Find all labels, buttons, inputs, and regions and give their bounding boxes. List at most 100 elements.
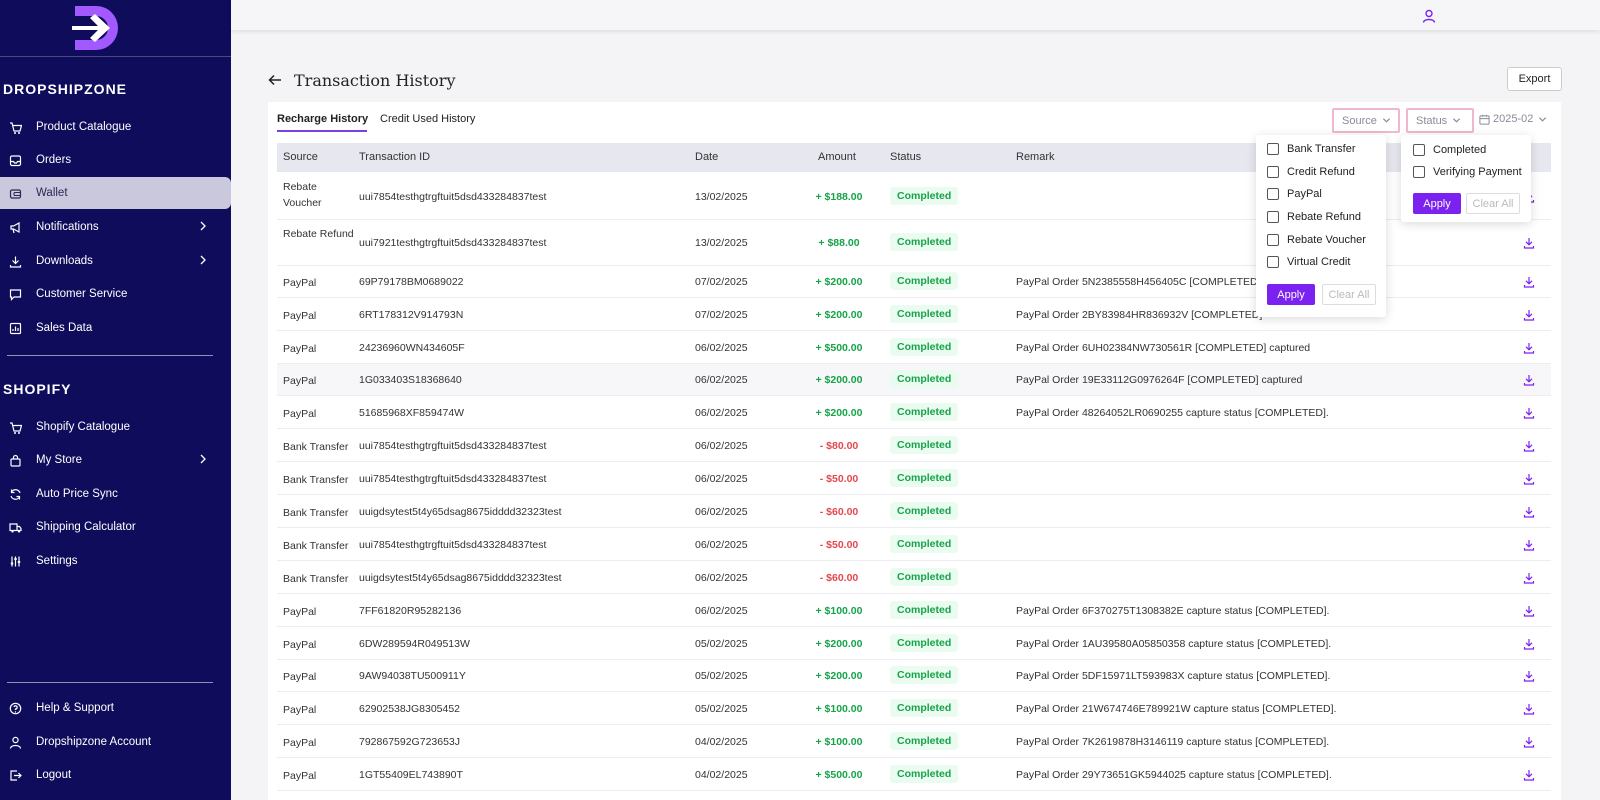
cell-date: 06/02/2025 xyxy=(695,571,748,584)
download-icon[interactable] xyxy=(1523,769,1535,781)
source-option[interactable]: Virtual Credit xyxy=(1267,256,1350,268)
status-filter-label: Status xyxy=(1416,114,1448,127)
sidebar-item-label: Notifications xyxy=(36,221,99,233)
tab-credit-used-history[interactable]: Credit Used History xyxy=(380,113,475,125)
cell-source: Bank Transfer xyxy=(283,506,349,519)
source-filter-button[interactable]: Source xyxy=(1332,108,1400,133)
checkbox[interactable] xyxy=(1267,166,1279,178)
cell-source: Bank Transfer xyxy=(283,473,349,486)
sidebar-item-orders[interactable]: Orders xyxy=(0,144,231,176)
checkbox[interactable] xyxy=(1267,234,1279,246)
source-option[interactable]: Rebate Voucher xyxy=(1267,234,1366,246)
cell-date: 06/02/2025 xyxy=(695,341,748,354)
sidebar-item-settings[interactable]: Settings xyxy=(0,545,231,577)
option-label: Bank Transfer xyxy=(1287,143,1356,155)
download-icon[interactable] xyxy=(1523,374,1535,386)
download-icon[interactable] xyxy=(1523,440,1535,452)
date-filter-button[interactable]: 2025-02 xyxy=(1479,113,1547,125)
sidebar-item-notifications[interactable]: Notifications xyxy=(0,211,231,243)
status-apply-button[interactable]: Apply xyxy=(1413,193,1461,214)
status-badge: Completed xyxy=(890,731,959,750)
back-arrow-icon[interactable] xyxy=(268,73,282,87)
checkbox[interactable] xyxy=(1267,143,1279,155)
column-header-amount: Amount xyxy=(818,151,856,163)
user-icon[interactable] xyxy=(1422,9,1436,23)
sidebar-item-label: Auto Price Sync xyxy=(36,488,118,500)
sidebar-item-shopify-catalogue[interactable]: Shopify Catalogue xyxy=(0,411,231,443)
status-option[interactable]: Completed xyxy=(1413,144,1486,156)
download-icon[interactable] xyxy=(1523,276,1535,288)
status-badge: Completed xyxy=(890,435,959,454)
status-badge: Completed xyxy=(890,633,959,652)
sidebar-item-logout[interactable]: Logout xyxy=(0,759,231,791)
bag-icon xyxy=(8,453,22,467)
sidebar-item-dropshipzone-account[interactable]: Dropshipzone Account xyxy=(0,726,231,758)
status-option[interactable]: Verifying Payment xyxy=(1413,166,1522,178)
source-option[interactable]: Rebate Refund xyxy=(1267,211,1361,223)
cell-transaction-id: 1GT55409EL743890T xyxy=(359,768,463,781)
sidebar-item-customer-service[interactable]: Customer Service xyxy=(0,278,231,310)
download-icon[interactable] xyxy=(1523,703,1535,715)
cell-remark: PayPal Order 2BY83984HR836932V [COMPLETE… xyxy=(1016,308,1263,321)
download-icon[interactable] xyxy=(1523,237,1535,249)
download-icon[interactable] xyxy=(1523,539,1535,551)
export-button[interactable]: Export xyxy=(1507,67,1562,91)
cell-remark: PayPal Order 6F370275T1308382E capture s… xyxy=(1016,604,1330,617)
chevron-right-icon xyxy=(200,454,206,464)
download-icon[interactable] xyxy=(1523,605,1535,617)
download-icon[interactable] xyxy=(1523,572,1535,584)
download-icon[interactable] xyxy=(1523,670,1535,682)
checkbox[interactable] xyxy=(1413,144,1425,156)
download-icon[interactable] xyxy=(1523,473,1535,485)
logo-divider xyxy=(0,56,231,57)
download-icon[interactable] xyxy=(1523,638,1535,650)
cell-transaction-id: uui7854testhgtrgftuit5dsd433284837test xyxy=(359,538,547,551)
source-apply-button[interactable]: Apply xyxy=(1267,284,1315,305)
cell-date: 06/02/2025 xyxy=(695,472,748,485)
sidebar-item-my-store[interactable]: My Store xyxy=(0,444,231,476)
cell-transaction-id: uuigdsytest5t4y65dsag8675idddd32323test xyxy=(359,505,562,518)
sidebar-item-label: Wallet xyxy=(36,187,68,199)
source-option[interactable]: Bank Transfer xyxy=(1267,143,1355,155)
download-icon[interactable] xyxy=(1523,736,1535,748)
source-filter-label: Source xyxy=(1342,114,1377,127)
sidebar-item-auto-price-sync[interactable]: Auto Price Sync xyxy=(0,478,231,510)
truck-icon xyxy=(8,520,22,534)
sidebar-item-wallet[interactable]: Wallet xyxy=(0,177,231,209)
dropshipzone-logo[interactable] xyxy=(72,2,122,54)
status-badge: Completed xyxy=(890,666,959,684)
download-icon[interactable] xyxy=(1523,407,1535,419)
status-badge: Completed xyxy=(890,567,959,586)
cell-transaction-id: 62902538JG8305452 xyxy=(359,702,461,715)
tab-recharge-history[interactable]: Recharge History xyxy=(277,113,368,125)
sidebar-item-sales-data[interactable]: Sales Data xyxy=(0,312,231,344)
checkbox[interactable] xyxy=(1413,166,1425,178)
source-option[interactable]: PayPal xyxy=(1267,188,1322,200)
download-icon[interactable] xyxy=(1523,309,1535,321)
checkbox[interactable] xyxy=(1267,256,1279,268)
cell-amount: + $200.00 xyxy=(815,637,863,650)
sidebar-item-shipping-calculator[interactable]: Shipping Calculator xyxy=(0,511,231,543)
cell-remark: PayPal Order 5DF15971LT593983X capture s… xyxy=(1016,670,1331,682)
top-bar xyxy=(231,0,1600,30)
sidebar-item-label: Customer Service xyxy=(36,288,128,300)
sidebar-item-downloads[interactable]: Downloads xyxy=(0,245,231,277)
status-clear-all-button[interactable]: Clear All xyxy=(1466,193,1520,214)
sidebar-item-help-support[interactable]: Help & Support xyxy=(0,692,231,724)
status-badge: Completed xyxy=(890,468,959,487)
sidebar-item-label: Logout xyxy=(36,769,72,781)
cell-amount: + $188.00 xyxy=(815,190,863,203)
status-filter-button[interactable]: Status xyxy=(1406,108,1474,133)
sidebar-item-label: Shopify Catalogue xyxy=(36,421,130,433)
download-icon[interactable] xyxy=(1523,506,1535,518)
source-clear-all-button[interactable]: Clear All xyxy=(1322,284,1376,305)
cell-amount: + $100.00 xyxy=(815,702,863,715)
cell-amount: - $80.00 xyxy=(819,439,859,452)
cell-source: PayPal xyxy=(283,769,317,782)
checkbox[interactable] xyxy=(1267,211,1279,223)
checkbox[interactable] xyxy=(1267,188,1279,200)
column-header-date: Date xyxy=(695,151,719,163)
download-icon[interactable] xyxy=(1523,342,1535,354)
sidebar-item-product-catalogue[interactable]: Product Catalogue xyxy=(0,111,231,143)
source-option[interactable]: Credit Refund xyxy=(1267,166,1355,178)
